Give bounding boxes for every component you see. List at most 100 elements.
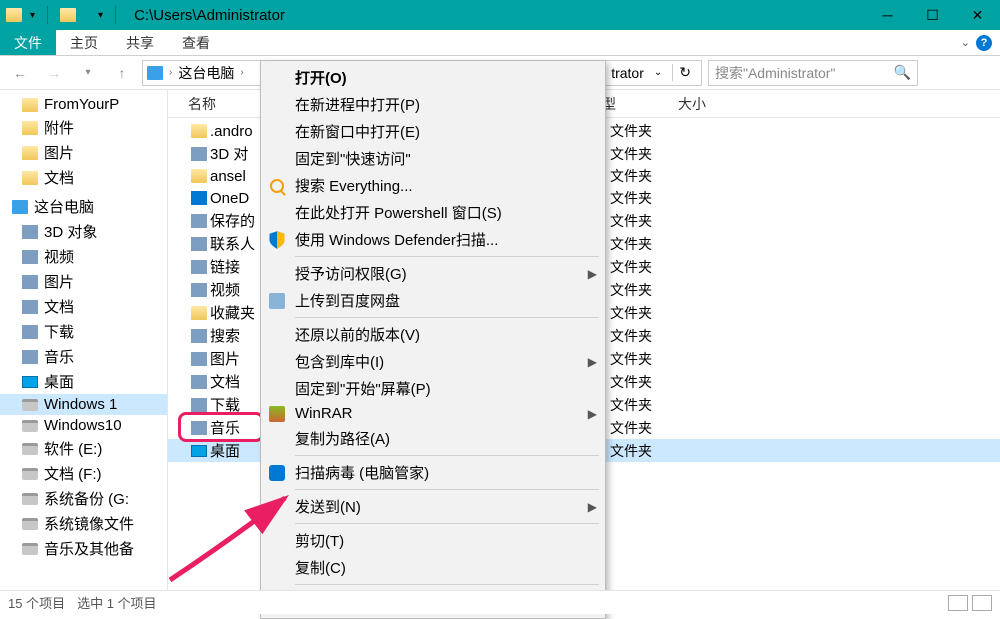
sidebar-item[interactable]: 音乐: [0, 344, 167, 369]
view-details-icon[interactable]: [948, 595, 968, 611]
file-type: 文件夹: [610, 144, 652, 164]
sidebar-item-label: 系统镜像文件: [44, 513, 134, 534]
item-icon: [191, 352, 207, 366]
menu-item[interactable]: 固定到"快速访问": [261, 145, 605, 172]
ribbon-expand-icon[interactable]: ⌄: [961, 36, 970, 49]
folder-icon: [191, 169, 207, 183]
sidebar-item[interactable]: 软件 (E:): [0, 436, 167, 461]
menu-item-label: 扫描病毒 (电脑管家): [295, 462, 429, 483]
sidebar-item[interactable]: 文档: [0, 294, 167, 319]
item-icon: [191, 237, 207, 251]
item-icon: [191, 329, 207, 343]
sidebar-item[interactable]: 系统镜像文件: [0, 511, 167, 536]
history-dropdown[interactable]: ▾: [74, 60, 102, 86]
sidebar-item[interactable]: FromYourP: [0, 94, 167, 115]
tab-home[interactable]: 主页: [56, 30, 112, 55]
view-large-icon[interactable]: [972, 595, 992, 611]
refresh-button[interactable]: ↻: [672, 64, 697, 81]
menu-item[interactable]: 固定到"开始"屏幕(P): [261, 375, 605, 402]
folder-icon: [191, 124, 207, 138]
chevron-right-icon[interactable]: ›: [169, 67, 172, 78]
drive-icon: [22, 443, 38, 455]
qat-dropdown-icon[interactable]: ▾: [98, 10, 103, 21]
file-type: 文件夹: [610, 441, 652, 461]
menu-item[interactable]: 复制(C): [261, 554, 605, 581]
context-menu[interactable]: 打开(O)在新进程中打开(P)在新窗口中打开(E)固定到"快速访问" 搜索 Eve…: [260, 60, 606, 619]
item-icon: [191, 214, 207, 228]
file-type: 文件夹: [610, 395, 652, 415]
item-icon: [191, 398, 207, 412]
breadcrumb[interactable]: 这台电脑: [178, 63, 234, 83]
sidebar-item[interactable]: 视频: [0, 244, 167, 269]
back-button[interactable]: ←: [6, 60, 34, 86]
menu-item[interactable]: 搜索 Everything...: [261, 172, 605, 199]
sidebar-item[interactable]: 图片: [0, 140, 167, 165]
sidebar-item[interactable]: 音乐及其他备: [0, 536, 167, 561]
minimize-button[interactable]: ─: [865, 0, 910, 30]
sidebar-item[interactable]: 桌面: [0, 369, 167, 394]
sidebar-group-this-pc[interactable]: 这台电脑: [0, 194, 167, 219]
forward-button[interactable]: →: [40, 60, 68, 86]
sidebar-item[interactable]: 下载: [0, 319, 167, 344]
maximize-button[interactable]: ☐: [910, 0, 955, 30]
sidebar-item[interactable]: 系统备份 (G:: [0, 486, 167, 511]
file-type: 文件夹: [610, 349, 652, 369]
menu-item[interactable]: 在此处打开 Powershell 窗口(S): [261, 199, 605, 226]
menu-item-label: 固定到"开始"屏幕(P): [295, 378, 431, 399]
menu-item[interactable]: 上传到百度网盘: [261, 287, 605, 314]
folder-icon: [191, 306, 207, 320]
item-icon: [22, 325, 38, 339]
sidebar-item-label: 音乐及其他备: [44, 538, 134, 559]
item-icon: [191, 283, 207, 297]
menu-item-label: 在此处打开 Powershell 窗口(S): [295, 202, 502, 223]
close-button[interactable]: ✕: [955, 0, 1000, 30]
status-selected-count: 选中 1 个项目: [77, 593, 156, 612]
sidebar-item[interactable]: 3D 对象: [0, 219, 167, 244]
drive-icon: [22, 420, 38, 432]
search-input[interactable]: 搜索"Administrator" 🔍: [708, 60, 918, 86]
pc-icon: [12, 200, 28, 214]
tab-view[interactable]: 查看: [168, 30, 224, 55]
chevron-down-icon[interactable]: ▾: [30, 10, 35, 21]
address-dropdown-icon[interactable]: ⌄: [650, 67, 666, 78]
sidebar-item-label: Windows10: [44, 417, 122, 434]
sidebar-item[interactable]: 文档 (F:): [0, 461, 167, 486]
sidebar-item[interactable]: Windows10: [0, 415, 167, 436]
menu-item[interactable]: 授予访问权限(G)▶: [261, 260, 605, 287]
menu-item[interactable]: 使用 Windows Defender扫描...: [261, 226, 605, 253]
item-icon: [22, 300, 38, 314]
navigation-pane[interactable]: FromYourP附件图片文档这台电脑3D 对象视频图片文档下载音乐桌面Wind…: [0, 90, 168, 590]
menu-item[interactable]: 打开(O): [261, 64, 605, 91]
tab-share[interactable]: 共享: [112, 30, 168, 55]
menu-item[interactable]: 复制为路径(A): [261, 425, 605, 452]
menu-item[interactable]: WinRAR▶: [261, 402, 605, 425]
help-icon[interactable]: ?: [976, 35, 992, 51]
folder-icon: [6, 8, 22, 22]
menu-item-label: 搜索 Everything...: [295, 175, 413, 196]
sidebar-item[interactable]: 图片: [0, 269, 167, 294]
menu-item[interactable]: 扫描病毒 (电脑管家): [261, 459, 605, 486]
menu-item-label: WinRAR: [295, 405, 353, 422]
menu-item-label: 授予访问权限(G): [295, 263, 407, 284]
menu-separator: [295, 256, 599, 257]
menu-separator: [295, 584, 599, 585]
menu-item[interactable]: 包含到库中(I)▶: [261, 348, 605, 375]
folder-icon: [22, 98, 38, 112]
sidebar-item[interactable]: 附件: [0, 115, 167, 140]
menu-separator: [295, 489, 599, 490]
sidebar-item[interactable]: Windows 1: [0, 394, 167, 415]
folder-icon: [60, 8, 76, 22]
menu-item[interactable]: 发送到(N)▶: [261, 493, 605, 520]
column-size[interactable]: 大小: [678, 94, 758, 114]
chevron-right-icon[interactable]: ›: [240, 67, 243, 78]
menu-item[interactable]: 还原以前的版本(V): [261, 321, 605, 348]
file-tab[interactable]: 文件: [0, 30, 56, 55]
menu-item[interactable]: 在新进程中打开(P): [261, 91, 605, 118]
menu-item[interactable]: 剪切(T): [261, 527, 605, 554]
file-type: 文件夹: [610, 303, 652, 323]
sidebar-item[interactable]: 文档: [0, 165, 167, 190]
up-button[interactable]: ↑: [108, 60, 136, 86]
item-icon: [22, 250, 38, 264]
menu-item[interactable]: 在新窗口中打开(E): [261, 118, 605, 145]
sidebar-item-label: 桌面: [44, 371, 74, 392]
